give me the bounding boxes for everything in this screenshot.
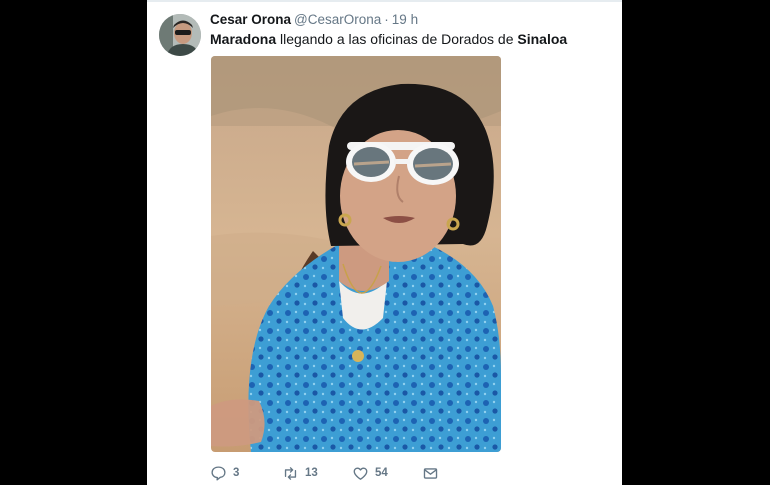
reply-button[interactable]: 3 [210, 462, 239, 484]
separator-dot: · [384, 12, 389, 27]
message-button[interactable] [422, 462, 439, 484]
like-button[interactable]: 54 [352, 462, 388, 484]
retweet-icon [284, 466, 297, 480]
tweet-text-middle: llegando a las oficinas de Dorados de [276, 31, 518, 47]
retweet-count: 13 [305, 467, 318, 479]
retweet-button[interactable]: 13 [282, 462, 318, 484]
tweet-header: Cesar Orona @CesarOrona · 19 h [210, 11, 418, 29]
author-handle[interactable]: @CesarOrona [294, 12, 381, 27]
reply-count: 3 [233, 467, 240, 479]
tweet-card: Cesar Orona @CesarOrona · 19 h Maradona lle… [147, 0, 622, 485]
like-icon [353, 467, 368, 480]
avatar[interactable] [159, 14, 201, 56]
tweet-photo[interactable] [211, 56, 501, 452]
top-divider [147, 0, 622, 2]
hashtag-sinaloa: Sinaloa [517, 31, 568, 47]
tweet-text: Maradona llegando a las oficinas de Dora… [210, 30, 567, 48]
like-count: 54 [375, 467, 388, 479]
reply-icon [211, 465, 226, 481]
timestamp[interactable]: 19 h [392, 12, 418, 27]
hashtag-maradona: Maradona [210, 31, 277, 47]
author-name[interactable]: Cesar Orona [210, 12, 291, 27]
message-icon [423, 467, 438, 479]
